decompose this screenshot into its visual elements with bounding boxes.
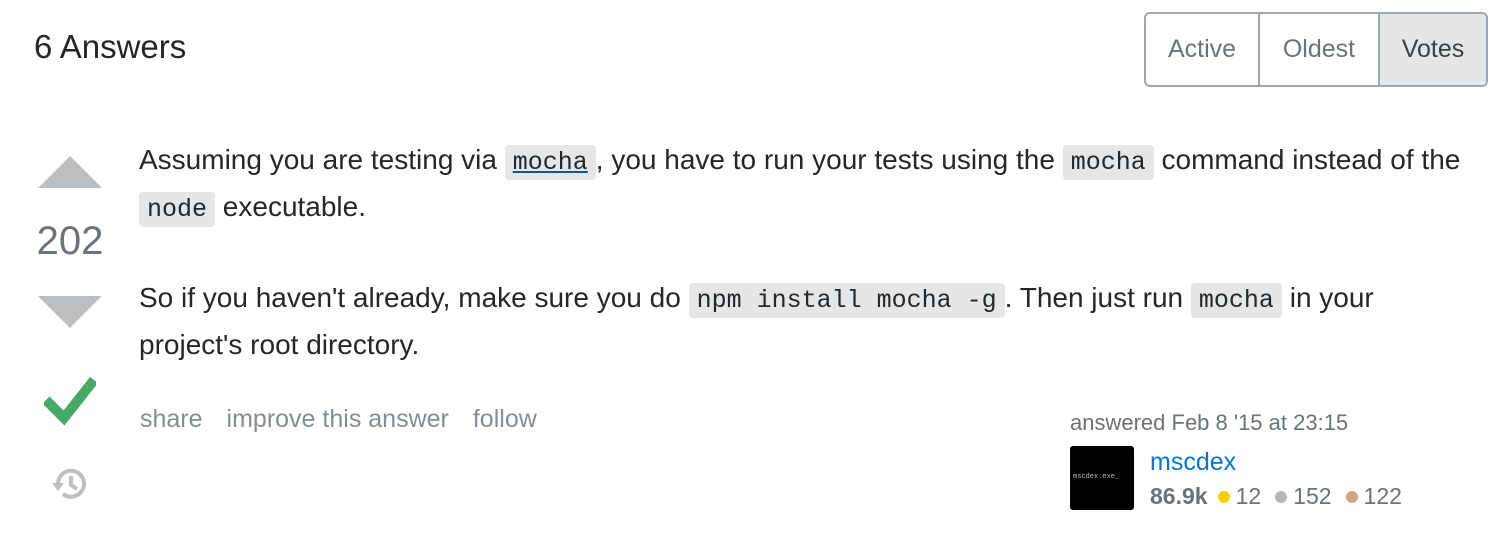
improve-answer-link[interactable]: improve this answer bbox=[227, 405, 449, 434]
answers-count-heading: 6 Answers bbox=[34, 28, 187, 65]
sort-tab-oldest[interactable]: Oldest bbox=[1260, 14, 1380, 85]
reputation-score: 86.9k bbox=[1150, 483, 1208, 509]
share-link[interactable]: share bbox=[140, 405, 203, 434]
inline-code: node bbox=[139, 192, 216, 227]
answered-timestamp: answered Feb 8 '15 at 23:15 bbox=[1070, 410, 1349, 435]
vote-count: 202 bbox=[36, 219, 104, 263]
follow-link[interactable]: follow bbox=[473, 405, 537, 434]
answer-paragraph-1: Assuming you are testing via mocha, you … bbox=[139, 138, 1469, 232]
sort-tab-active[interactable]: Active bbox=[1146, 14, 1260, 85]
avatar-text: mscdex.exe_ bbox=[1073, 473, 1120, 481]
answer-body: Assuming you are testing via mocha, you … bbox=[139, 138, 1469, 411]
inline-code: mocha bbox=[1190, 283, 1282, 318]
gold-badge-icon bbox=[1217, 490, 1230, 503]
user-name-link[interactable]: mscdex bbox=[1150, 448, 1416, 477]
silver-badges: 152 bbox=[1275, 483, 1332, 510]
avatar[interactable]: mscdex.exe_ bbox=[1070, 446, 1134, 510]
downvote-button[interactable] bbox=[38, 296, 102, 328]
post-menu: share improve this answer follow bbox=[140, 405, 537, 434]
mocha-link[interactable]: mocha bbox=[504, 144, 596, 180]
silver-badge-icon bbox=[1275, 490, 1288, 503]
answer-paragraph-2: So if you haven't already, make sure you… bbox=[139, 282, 1374, 360]
history-icon[interactable] bbox=[50, 464, 90, 504]
inline-code: mocha bbox=[1062, 145, 1154, 180]
user-signature: answered Feb 8 '15 at 23:15 mscdex.exe_ … bbox=[1070, 410, 1470, 510]
inline-code: npm install mocha -g bbox=[688, 283, 1005, 318]
bronze-badge-icon bbox=[1345, 490, 1358, 503]
sort-tabs: Active Oldest Votes bbox=[1144, 12, 1488, 87]
sort-tab-votes[interactable]: Votes bbox=[1380, 14, 1486, 85]
gold-badges: 12 bbox=[1217, 483, 1261, 510]
upvote-button[interactable] bbox=[38, 156, 102, 188]
checkmark-icon bbox=[44, 376, 96, 426]
bronze-badges: 122 bbox=[1345, 483, 1402, 510]
